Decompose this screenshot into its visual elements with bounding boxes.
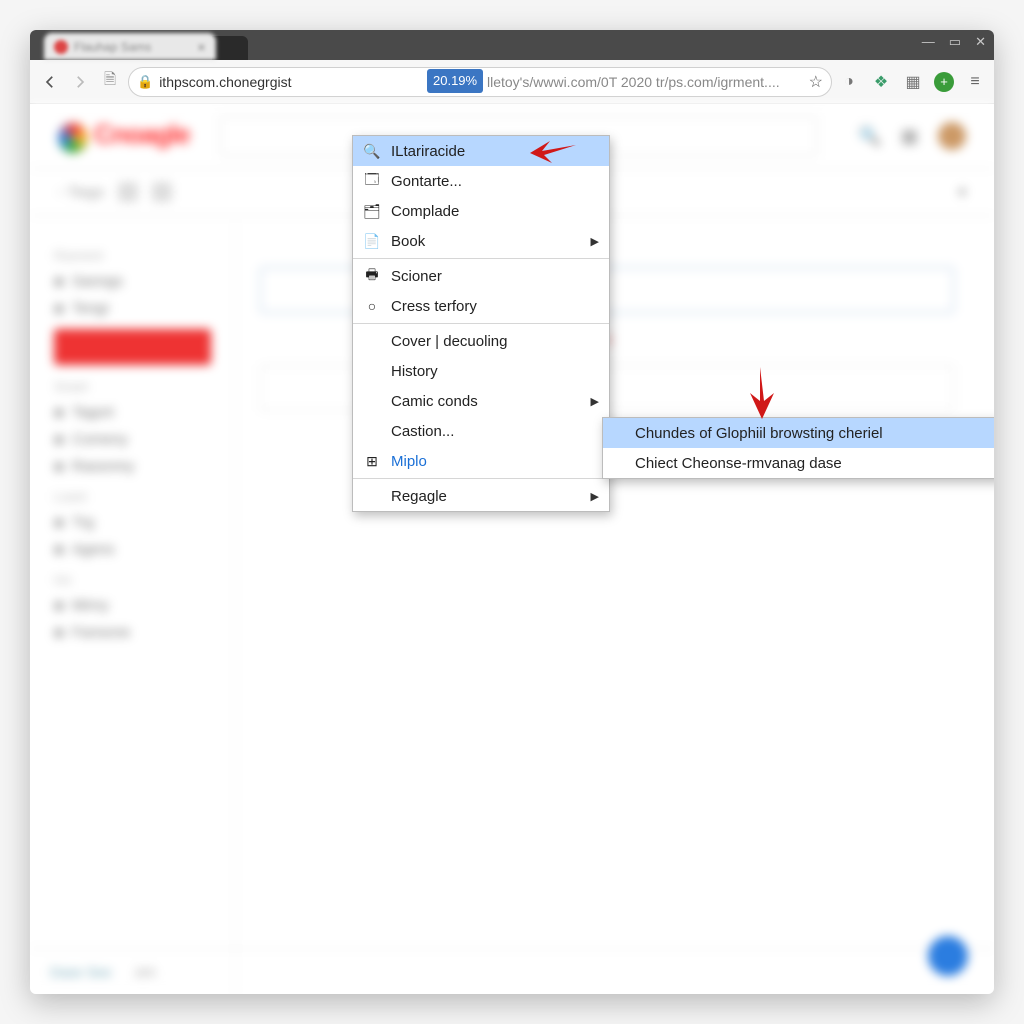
menu-item[interactable]: History [353,356,609,386]
toolbar: 🗎 🔒 ithpscom.chonegrgist 20.19% lletoy's… [30,60,994,104]
lock-icon: 🔒 [137,74,153,90]
menu-item-icon [363,332,381,350]
menu-item-icon [363,422,381,440]
menu-item-icon: ⊞ [363,452,381,470]
menu-item-label: Cress terfory [391,298,477,315]
submenu-arrow-icon: ▶ [591,395,599,408]
sidebar-item[interactable]: Sanngs [54,273,211,290]
submenu-item[interactable]: Chundes of Glophiil browsting cheriel [603,418,994,448]
sidebar: Raonent Sanngs Tengr Snaet Tagort Comeny… [30,216,236,994]
url-text: ithpscom.chonegrgist [159,74,291,90]
menu-item-label: Miplo [391,453,427,470]
context-submenu: Chundes of Glophiil browsting cheriel Chi… [602,417,994,479]
menu-item-label: Cover | decuoling [391,333,507,350]
menu-item-icon: 🗂 [363,202,381,220]
menu-item-icon: 🔍 [363,142,381,160]
window-controls: — ▭ ✕ [922,34,986,50]
menu-item-label: History [391,363,438,380]
submenu-arrow-icon: ▶ [591,490,599,503]
fab-button[interactable] [928,936,968,976]
new-tab-button[interactable] [212,36,248,60]
menu-item-icon [363,362,381,380]
extension-icon-2[interactable]: ❖ [870,71,892,93]
menu-item-label: Complade [391,203,459,220]
menu-item-icon [363,392,381,410]
menu-item[interactable]: Castion... [353,416,609,446]
menu-item-label: Book [391,233,425,250]
sidebar-item[interactable]: Comeny [54,431,211,448]
browser-tab[interactable]: Flauhap Sams × [44,33,216,60]
menu-item-label: Scioner [391,268,442,285]
menu-item-icon: 🖶 [363,267,381,285]
primary-button[interactable] [54,329,211,365]
submenu-item-label: Chiect Cheonse-rmvanag dase [635,455,842,472]
close-icon[interactable]: ✕ [975,34,986,50]
sidebar-item[interactable]: Mirny [54,597,211,614]
tab-favicon [54,40,68,54]
tab-close-icon[interactable]: × [197,39,205,55]
sidebar-item[interactable]: Tengr [54,300,211,317]
menu-item[interactable]: 🔍 ILtariracide [353,136,609,166]
avatar[interactable] [938,122,966,150]
menu-item[interactable]: Regagle ▶ [353,481,609,511]
tab-strip: Flauhap Sams × — ▭ ✕ [30,30,994,60]
sidebar-item[interactable]: Agens [54,541,211,558]
back-button[interactable] [38,70,62,94]
menu-item-icon [363,487,381,505]
submenu-item[interactable]: Chiect Cheonse-rmvanag dase [603,448,994,478]
search-icon[interactable]: 🔍 [859,126,881,147]
extension-icons: ◑ ❖ ▦ + ≡ [838,71,986,93]
page-info-icon[interactable]: 🗎 [98,70,122,94]
sidebar-item[interactable]: Fansone [54,624,211,641]
chrome-menu-icon[interactable]: ≡ [964,71,986,93]
sidebar-item[interactable]: Trg [54,514,211,531]
sidebar-item[interactable]: Tagort [54,404,211,421]
extension-icon-4[interactable]: + [934,72,954,92]
menu-item[interactable]: ○ Cress terfory [353,291,609,321]
menu-item[interactable]: ⊞ Miplo [353,446,609,476]
menu-item-label: Regagle [391,488,447,505]
address-bar[interactable]: 🔒 ithpscom.chonegrgist 20.19% lletoy's/w… [128,67,832,97]
menu-item-label: ILtariracide [391,143,465,160]
extension-icon-1[interactable]: ◑ [838,71,860,93]
sidebar-item[interactable]: Rassnmy [54,458,211,475]
forward-button[interactable] [68,70,92,94]
browser-window: Flauhap Sams × — ▭ ✕ 🗎 🔒 ithpscom.choneg… [30,30,994,994]
submenu-arrow-icon: ▶ [591,235,599,248]
menu-item-label: Gontarte... [391,173,462,190]
menu-item-icon: 📄 [363,232,381,250]
menu-item[interactable]: Camic conds ▶ [353,386,609,416]
menu-item[interactable]: 🗂 Complade [353,196,609,226]
menu-item[interactable]: 📄 Book ▶ [353,226,609,256]
extension-icon-3[interactable]: ▦ [902,71,924,93]
apps-icon[interactable]: ▦ [901,126,918,147]
menu-item-icon: 🗔 [363,172,381,190]
chevron-down-icon[interactable]: ▾ [958,183,966,201]
menu-item-label: Castion... [391,423,454,440]
menu-item-icon: ○ [363,297,381,315]
bottom-link[interactable]: Dase See [50,964,111,980]
url-tail: lletoy's/wwwi.com/0T 2020 tr/ps.com/igrm… [487,74,780,90]
menu-item[interactable]: 🖶 Scioner [353,261,609,291]
menu-item-label: Camic conds [391,393,478,410]
submenu-item-label: Chundes of Glophiil browsting cheriel [635,425,883,442]
tab-title: Flauhap Sams [74,40,151,54]
minimize-icon[interactable]: — [922,34,935,50]
context-menu: 🔍 ILtariracide 🗔 Gontarte... 🗂 Complade 📄 Book ▶… [352,135,610,512]
bottom-bar: Dase See Jeh [30,948,994,994]
menu-item[interactable]: Cover | decuoling [353,326,609,356]
bookmark-star-icon[interactable]: ☆ [809,72,823,92]
maximize-icon[interactable]: ▭ [949,34,961,50]
bottom-link[interactable]: Jeh [133,964,156,980]
menu-item[interactable]: 🗔 Gontarte... [353,166,609,196]
app-logo: Cnoagle [58,119,190,154]
url-highlight-chip: 20.19% [427,69,483,93]
